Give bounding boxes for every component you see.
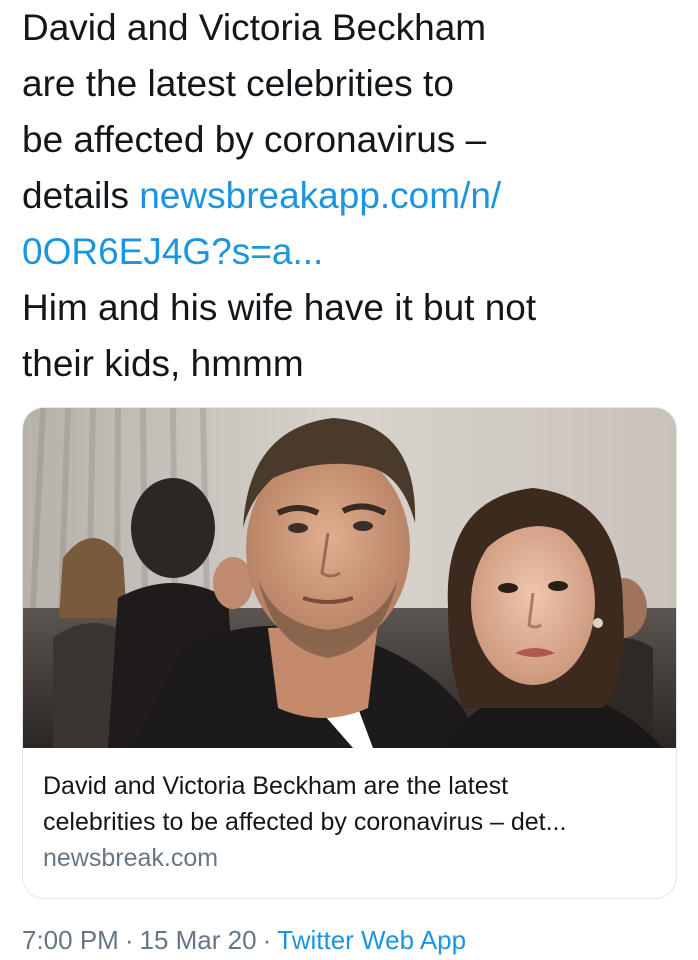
card-photo[interactable]	[23, 408, 676, 748]
tweet-link-part2[interactable]: 0OR6EJ4G?s=a...	[22, 231, 323, 272]
link-preview-card[interactable]: David and Victoria Beckham are the lates…	[22, 407, 677, 899]
card-title-line: celebrities to be affected by coronaviru…	[43, 808, 567, 836]
tweet-source-link[interactable]: Twitter Web App	[277, 925, 466, 955]
card-photo-illustration	[23, 408, 676, 748]
tweet-comment-line: their kids, hmmm	[22, 343, 304, 384]
tweet-link-continuation: 0OR6EJ4G?s=a...	[22, 224, 682, 280]
card-domain: newsbreak.com	[43, 844, 219, 872]
tweet-comment-line: Him and his wife have it but not	[22, 287, 537, 328]
tweet-meta: 7:00 PM · 15 Mar 20 · Twitter Web App	[22, 920, 466, 960]
card-title[interactable]: David and Victoria Beckham are the lates…	[43, 768, 663, 840]
meta-separator: ·	[262, 925, 272, 955]
tweet-text-line: be affected by coronavirus –	[22, 119, 487, 160]
card-body[interactable]: David and Victoria Beckham are the lates…	[43, 768, 663, 876]
tweet-text-prefix: details	[22, 175, 140, 216]
tweet-text-line: are the latest celebrities to	[22, 63, 454, 104]
card-title-line: David and Victoria Beckham are the lates…	[43, 772, 509, 800]
tweet-text-line: David and Victoria Beckham	[22, 7, 487, 48]
tweet-time[interactable]: 7:00 PM	[22, 925, 119, 955]
tweet-date[interactable]: 15 Mar 20	[140, 925, 257, 955]
meta-separator: ·	[124, 925, 134, 955]
tweet-text-line-with-link: details newsbreakapp.com/n/	[22, 168, 682, 224]
tweet-link-part1[interactable]: newsbreakapp.com/n/	[139, 175, 501, 216]
tweet-text: David and Victoria Beckham are the lates…	[22, 0, 682, 392]
